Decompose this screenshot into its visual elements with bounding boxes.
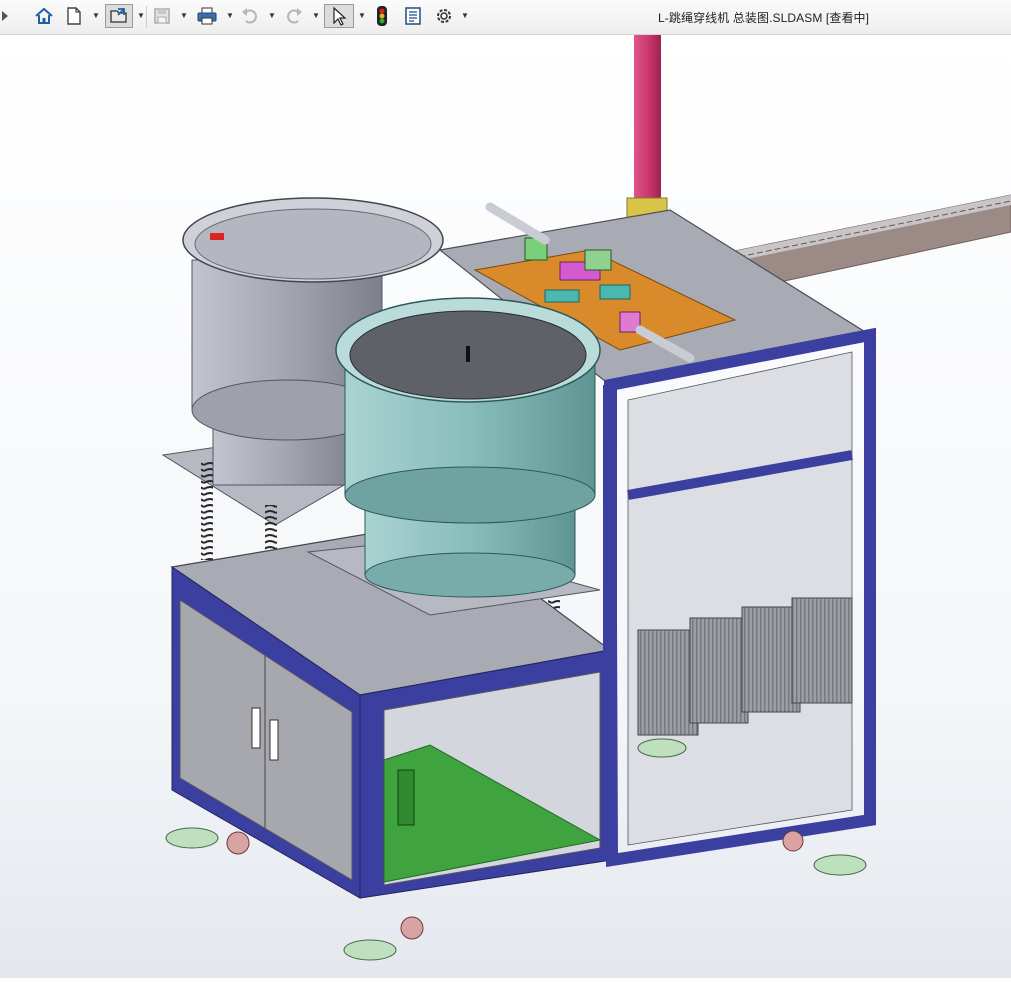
home-icon[interactable]: [32, 4, 56, 28]
redo-icon[interactable]: [282, 4, 306, 28]
new-document-icon[interactable]: [62, 4, 86, 28]
pin-icon[interactable]: [0, 4, 10, 28]
command-toolbar: ▼ ▼ ▼ ▼ ▼ ▼ ▼ ▼ L-跳绳穿线机 总装图.SLDASM [查看中]: [0, 0, 1011, 35]
new-dropdown-icon[interactable]: ▼: [92, 12, 100, 20]
assembly-model[interactable]: [0, 35, 1011, 978]
save-icon[interactable]: [150, 4, 174, 28]
select-arrow-icon[interactable]: [324, 4, 354, 28]
open-icon[interactable]: [105, 4, 133, 28]
undo-icon[interactable]: [238, 4, 262, 28]
save-dropdown-icon[interactable]: ▼: [180, 12, 188, 20]
open-dropdown-icon[interactable]: ▼: [137, 12, 145, 20]
options-dropdown-icon[interactable]: ▼: [461, 12, 469, 20]
redo-dropdown-icon[interactable]: ▼: [312, 12, 320, 20]
file-properties-icon[interactable]: [401, 4, 425, 28]
select-dropdown-icon[interactable]: ▼: [358, 12, 366, 20]
gear-icon[interactable]: [432, 4, 456, 28]
traffic-light-icon[interactable]: [370, 4, 394, 28]
graphics-area[interactable]: [0, 35, 1011, 978]
toolbar-separator: [146, 6, 147, 28]
print-dropdown-icon[interactable]: ▼: [226, 12, 234, 20]
front-vibratory-bowl[interactable]: [306, 297, 601, 616]
print-icon[interactable]: [195, 4, 219, 28]
undo-dropdown-icon[interactable]: ▼: [268, 12, 276, 20]
window-title: L-跳绳穿线机 总装图.SLDASM [查看中]: [658, 11, 870, 25]
